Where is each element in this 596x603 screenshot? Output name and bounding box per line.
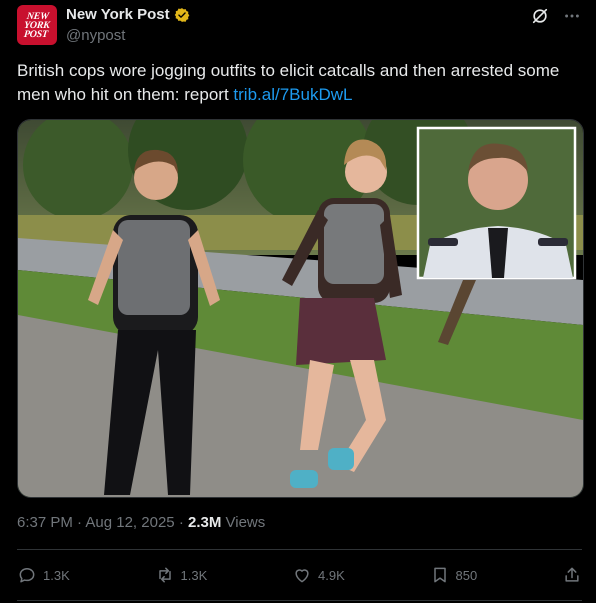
share-icon	[565, 567, 579, 582]
repost-icon	[158, 567, 171, 583]
author-handle[interactable]: @nypost	[66, 27, 125, 44]
grok-icon[interactable]	[530, 6, 550, 26]
author-display-name[interactable]: New York Post	[66, 6, 170, 23]
views-count: 2.3M	[187, 514, 222, 531]
reply-button[interactable]: 1.3K	[17, 565, 70, 585]
reply-icon	[19, 568, 35, 583]
share-button[interactable]	[562, 565, 582, 585]
nypost-logo: NEW YORK POST	[23, 10, 51, 40]
like-button[interactable]: 4.9K	[292, 565, 345, 585]
divider	[17, 600, 582, 601]
post-actions-bar: 1.3K 1.3K 4.9K 850	[17, 560, 582, 590]
post-text-block: British cops wore jogging outfits to eli…	[17, 59, 587, 107]
divider	[17, 549, 582, 550]
post-date[interactable]: Aug 12, 2025	[85, 514, 174, 531]
post-top-actions	[530, 6, 582, 26]
views-label: Views	[225, 514, 266, 531]
bookmark-icon	[433, 567, 446, 583]
reply-count: 1.3K	[43, 567, 70, 583]
like-count: 4.9K	[318, 567, 345, 583]
post-media-image[interactable]	[17, 119, 584, 498]
post-meta: 6:37 PM · Aug 12, 2025 · 2.3M Views	[17, 514, 265, 531]
media-photo	[18, 120, 583, 497]
author-name-row: New York Post	[66, 6, 190, 23]
repost-button[interactable]: 1.3K	[155, 565, 208, 585]
post-link[interactable]: trib.al/7BukDwL	[233, 85, 352, 104]
repost-count: 1.3K	[180, 567, 208, 583]
like-icon	[295, 569, 309, 583]
verified-badge-icon[interactable]	[174, 7, 190, 23]
avatar[interactable]: NEW YORK POST	[17, 5, 57, 45]
bookmark-button[interactable]: 850	[430, 565, 478, 585]
separator-dot: ·	[178, 514, 188, 531]
more-icon[interactable]	[562, 6, 582, 26]
post-time[interactable]: 6:37 PM	[17, 514, 73, 531]
bookmark-count: 850	[455, 567, 478, 583]
